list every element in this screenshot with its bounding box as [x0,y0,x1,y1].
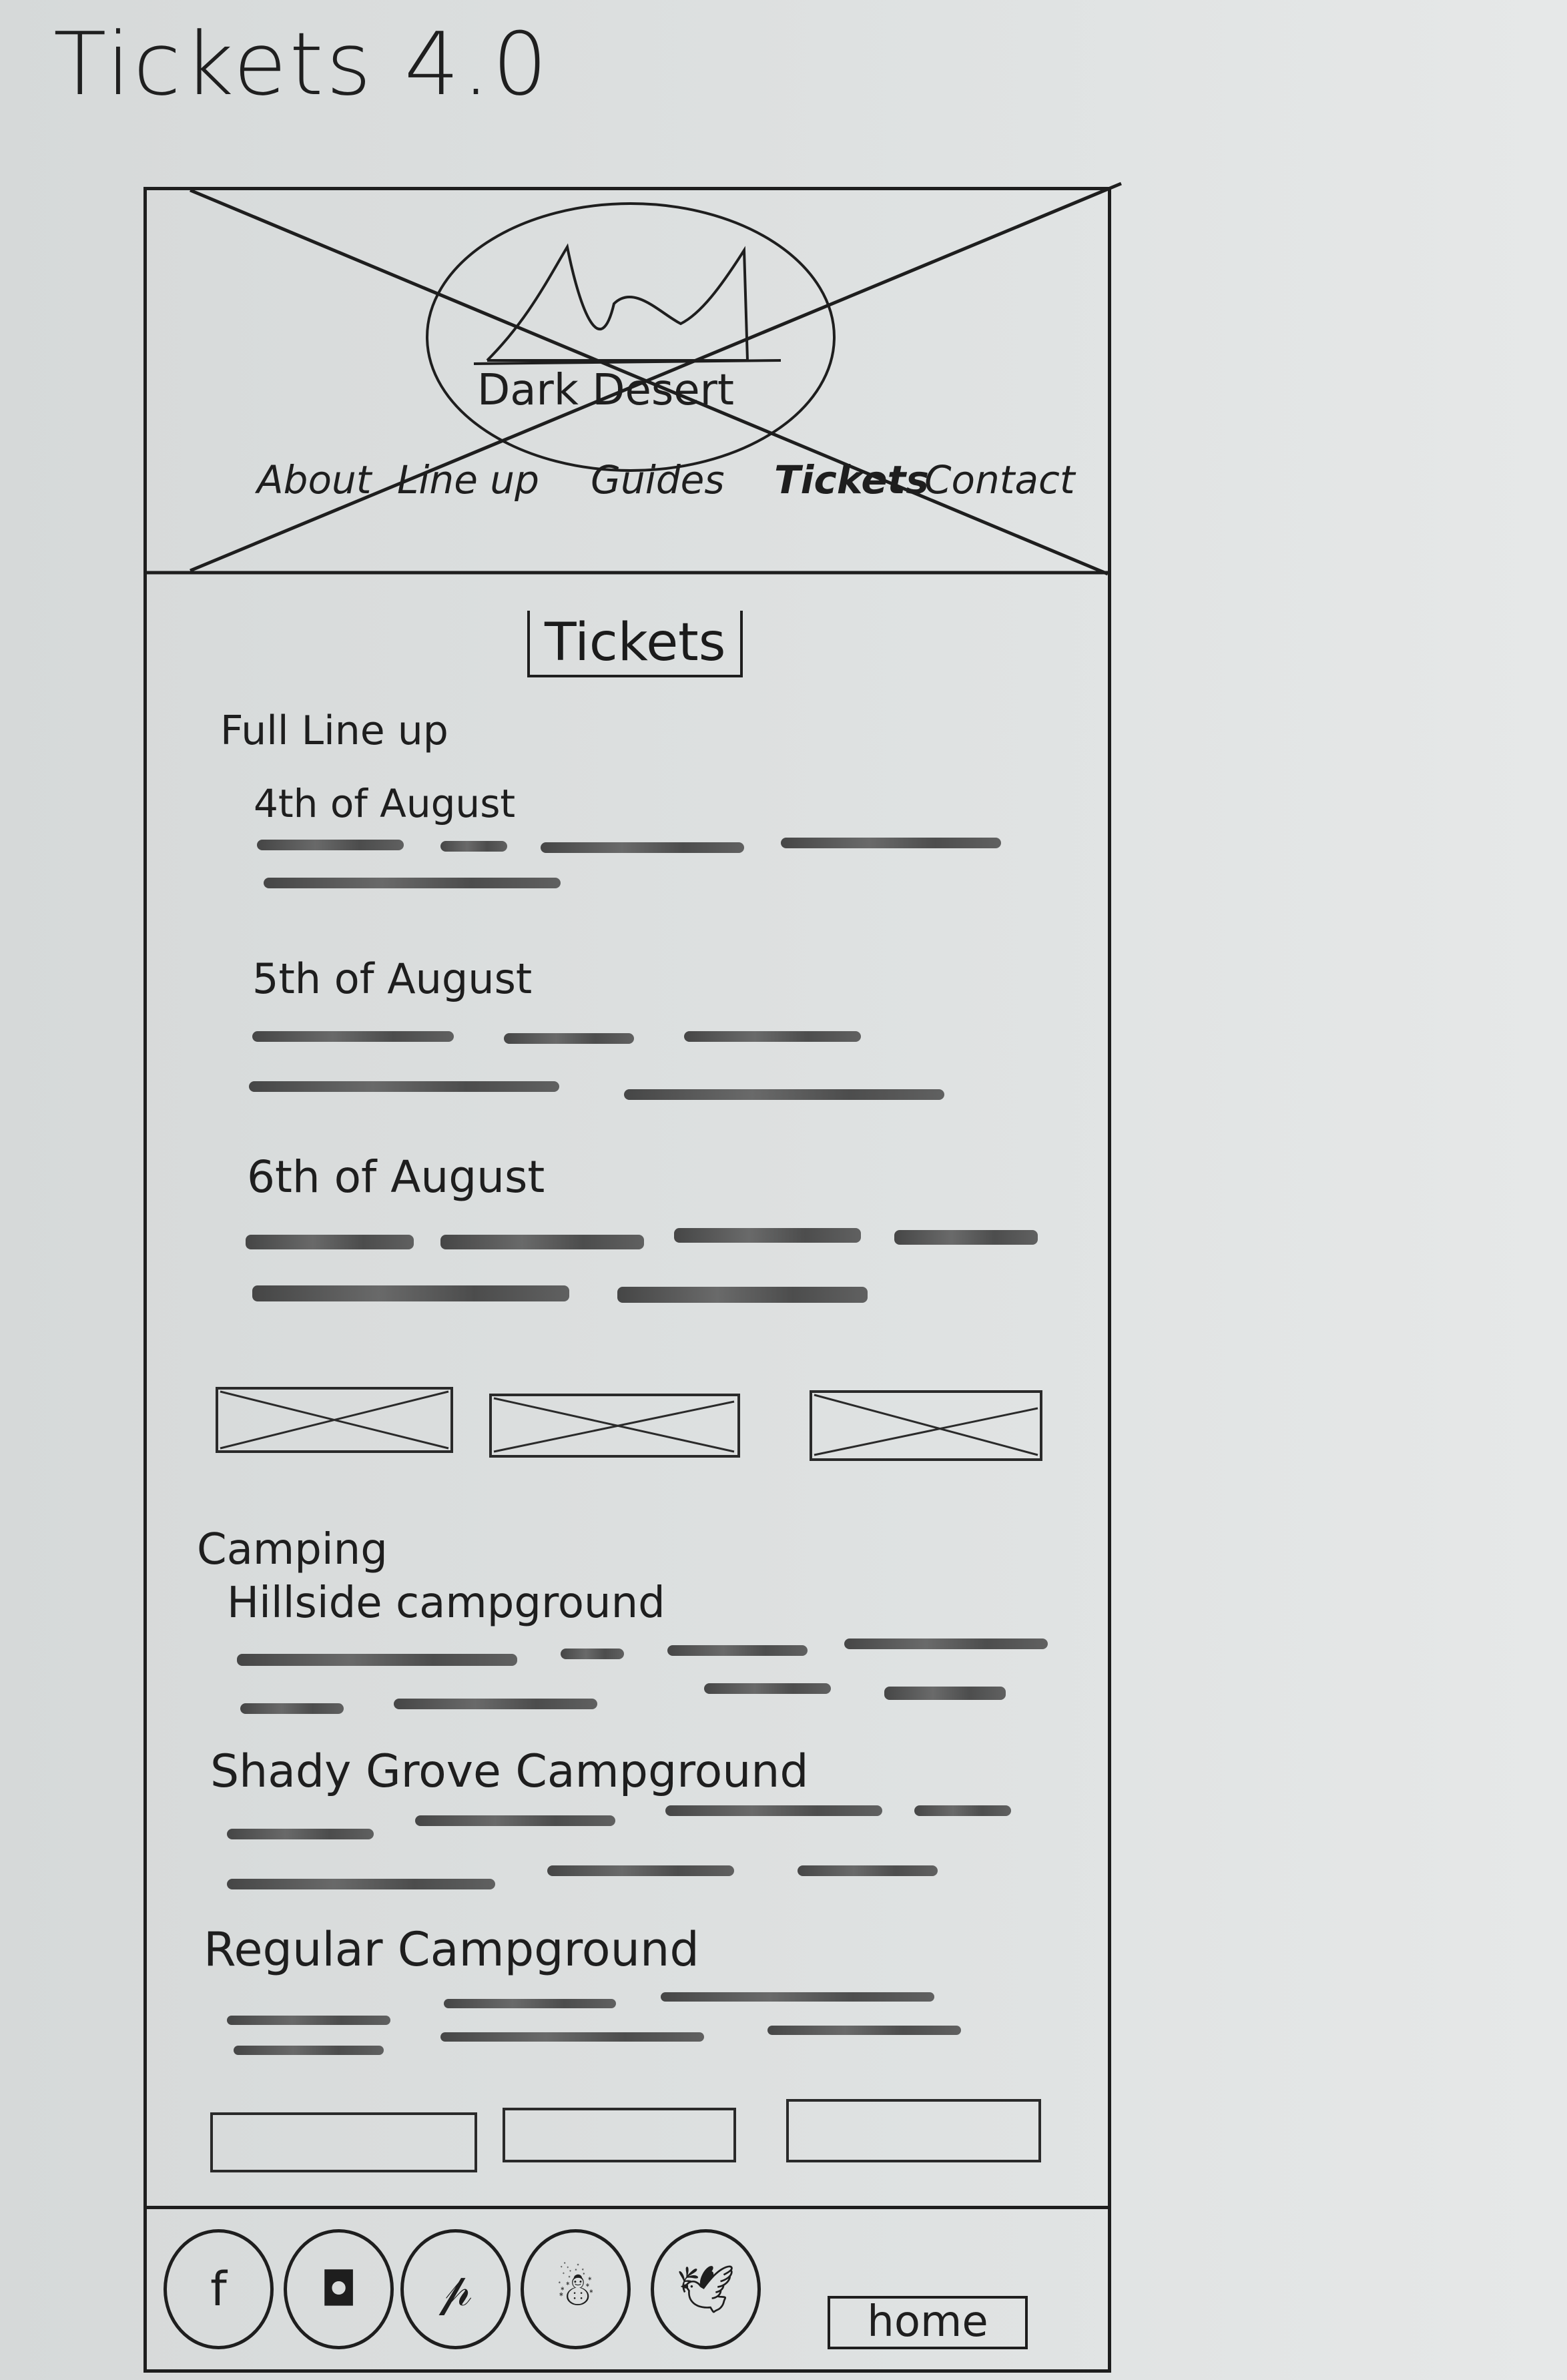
ticket-button-placeholder[interactable] [786,2099,1041,2162]
text-line [227,1829,374,1839]
text-line [440,2032,704,2042]
text-line [394,1699,597,1709]
text-line [415,1815,615,1826]
campground-label: Hillside campground [227,1578,665,1628]
text-line [704,1683,831,1694]
text-line [665,1805,882,1816]
campground-label: Shady Grove Campground [210,1745,809,1798]
text-line [798,1865,938,1876]
text-line [844,1639,1048,1649]
text-line [667,1645,808,1656]
text-line [914,1805,1011,1816]
pinterest-icon[interactable]: 𝓅 [400,2229,511,2349]
text-line [547,1865,734,1876]
ticket-button-placeholder[interactable] [503,2108,736,2162]
camping-heading: Camping [197,1525,388,1574]
text-line [234,2046,384,2055]
footer-divider [143,2206,1111,2209]
text-line [237,1654,517,1666]
snapchat-icon[interactable]: ☃ [521,2229,631,2349]
text-line [661,1992,934,2002]
ticket-button-placeholder[interactable] [210,2112,477,2172]
campground-label: Regular Campground [204,1922,699,1977]
text-line [227,2016,390,2025]
text-line [444,1999,616,2008]
text-line [240,1703,344,1714]
facebook-icon[interactable]: f [164,2229,274,2349]
text-line [561,1649,624,1659]
text-line [884,1687,1006,1700]
instagram-icon[interactable]: ◘ [284,2229,394,2349]
text-line [767,2026,961,2035]
twitter-icon[interactable]: 🕊 [651,2229,761,2349]
home-button[interactable]: home [828,2296,1028,2349]
text-line [227,1879,495,1889]
